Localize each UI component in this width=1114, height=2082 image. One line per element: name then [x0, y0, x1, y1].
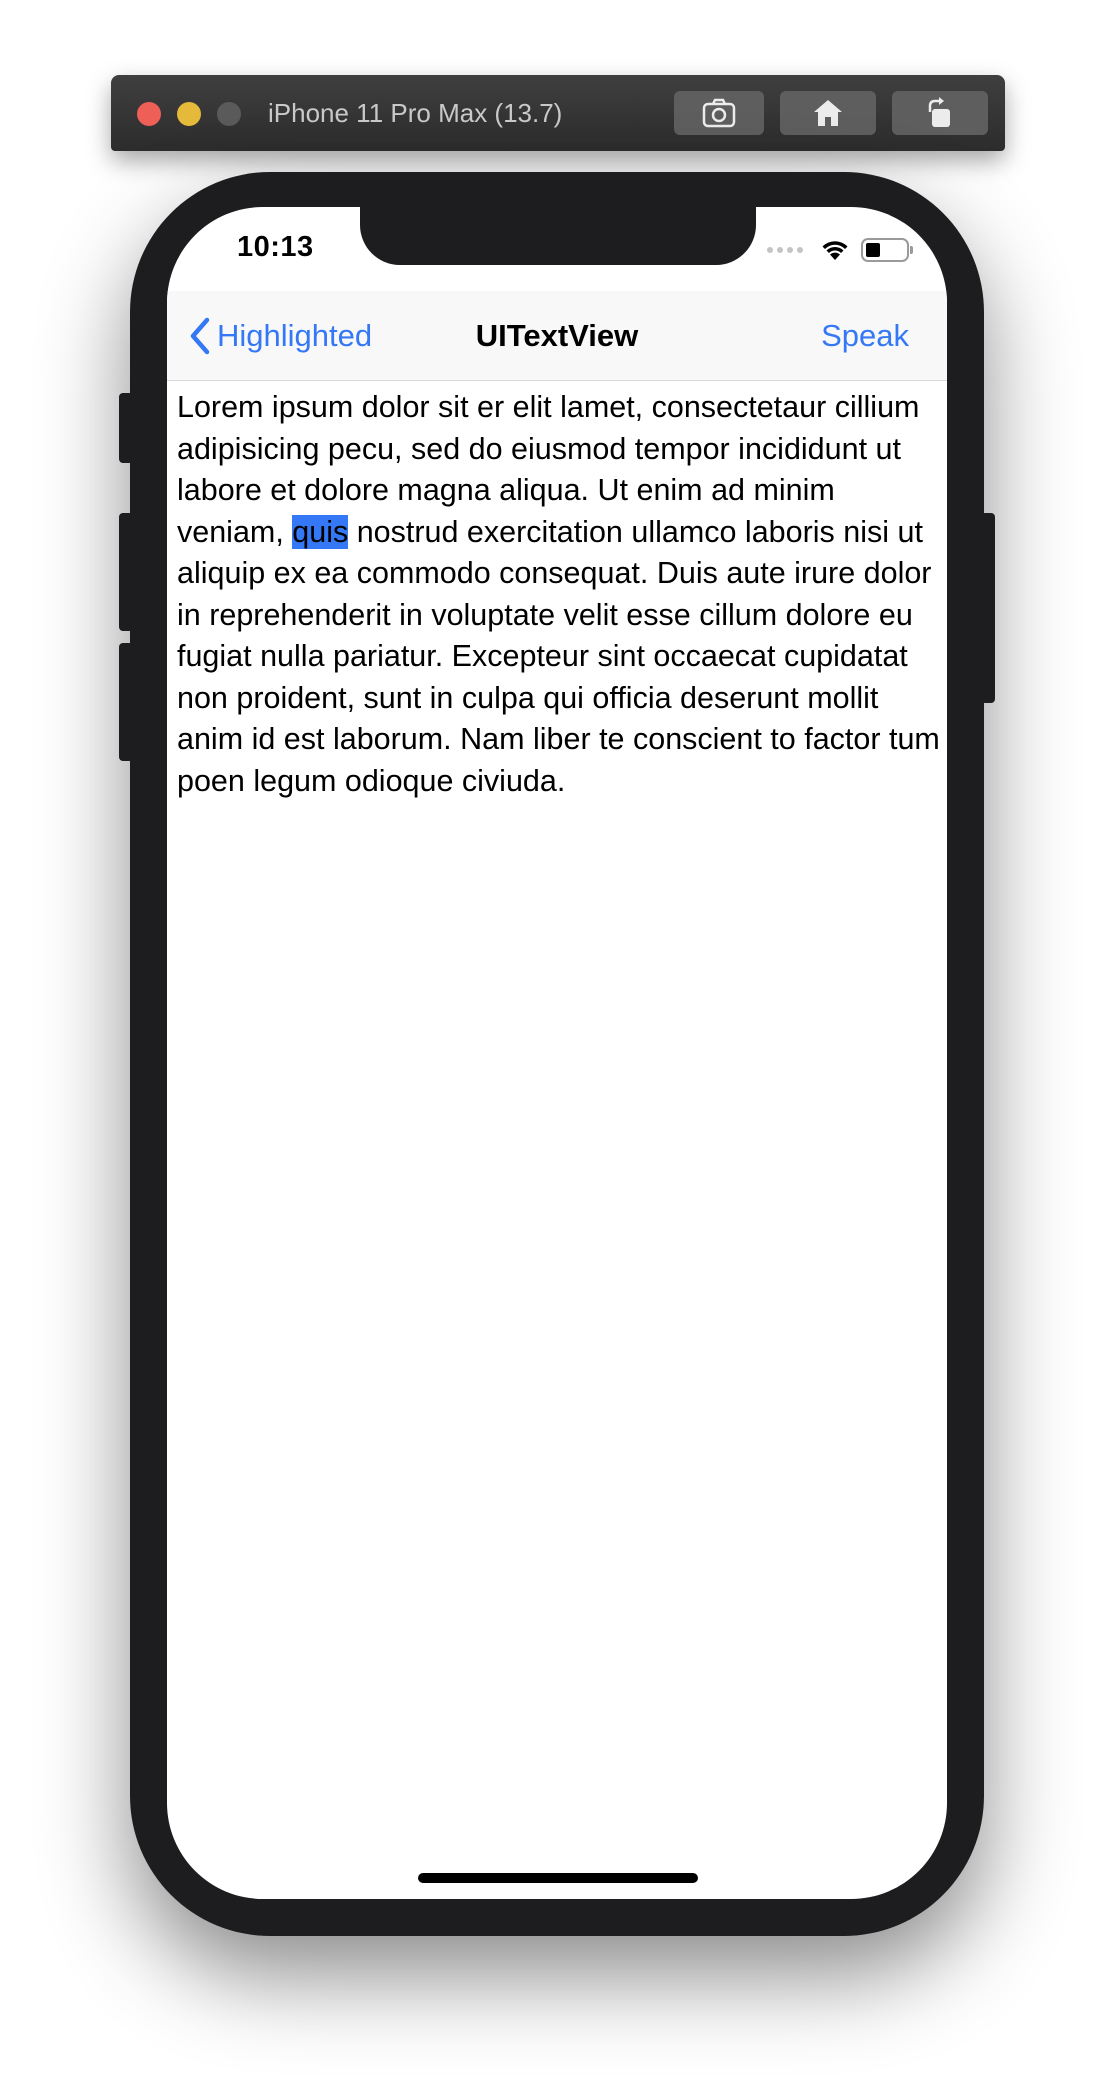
home-icon: [814, 100, 842, 126]
home-button[interactable]: [780, 91, 876, 135]
minimize-window-button[interactable]: [177, 102, 201, 126]
back-button-label: Highlighted: [217, 318, 373, 353]
screenshot-button[interactable]: [674, 91, 764, 135]
status-icons: [767, 235, 913, 265]
zoom-window-button[interactable]: [217, 102, 241, 126]
navigation-bar: UITextView Highlighted Speak: [167, 291, 947, 381]
text-view[interactable]: Lorem ipsum dolor sit er elit lamet, con…: [177, 387, 943, 802]
battery-icon: [861, 238, 913, 262]
phone-screen: 10:13 UITextView Highlighted Speak Lorem…: [167, 207, 947, 1899]
home-indicator[interactable]: [418, 1873, 698, 1883]
text-after: nostrud exercitation ullamco laboris nis…: [177, 514, 940, 798]
screenshot-icon: [702, 98, 736, 128]
notch: [360, 207, 756, 265]
simulator-title: iPhone 11 Pro Max (13.7): [268, 98, 563, 128]
cellular-signal-icon: [767, 247, 803, 253]
rotate-icon: [928, 97, 950, 127]
simulator-toolbar: iPhone 11 Pro Max (13.7): [111, 75, 1005, 151]
highlighted-word: quis: [292, 514, 349, 549]
rotate-button[interactable]: [892, 91, 988, 135]
speak-button[interactable]: Speak: [821, 291, 909, 381]
back-button[interactable]: Highlighted: [189, 291, 372, 381]
close-window-button[interactable]: [137, 102, 161, 126]
chevron-left-icon: [190, 317, 210, 355]
wifi-icon: [822, 241, 848, 260]
status-time: 10:13: [237, 231, 314, 263]
